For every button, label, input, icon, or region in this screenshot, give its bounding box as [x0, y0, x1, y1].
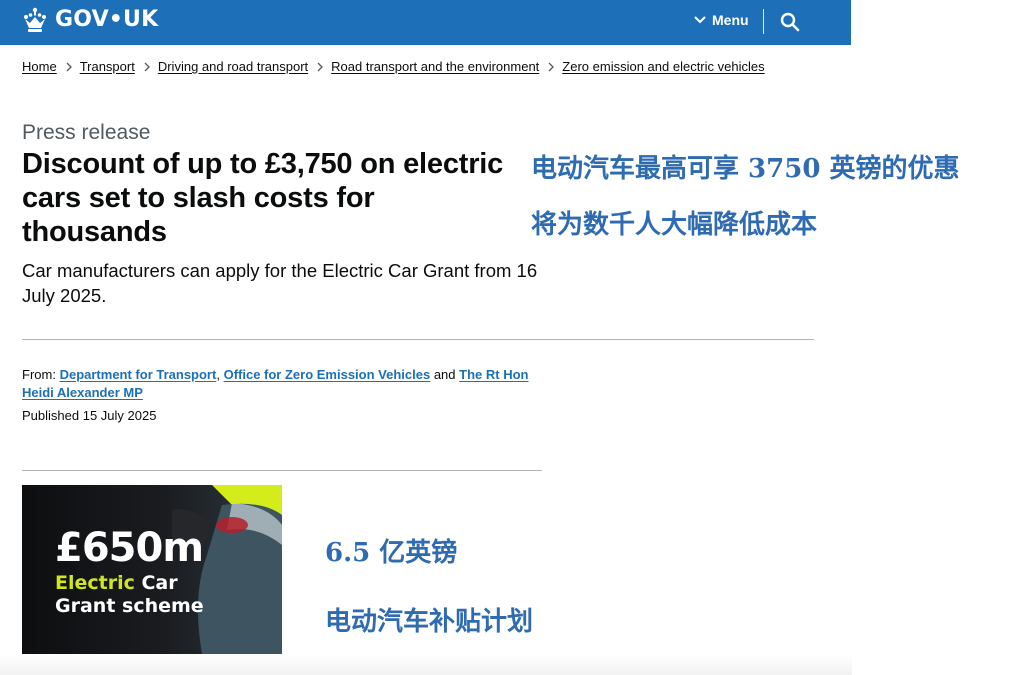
hero-highlight-word: Electric	[55, 572, 135, 594]
header-divider	[763, 9, 764, 34]
chinese-title-line-2: 将为数千人大幅降低成本	[531, 210, 818, 240]
breadcrumb-link-transport[interactable]: Transport	[80, 59, 135, 74]
hero-electric-car-text: Electric Car	[55, 572, 178, 594]
chevron-right-icon	[317, 62, 324, 72]
chevron-right-icon	[144, 62, 150, 72]
chinese-title-overlay: 电动汽车最高可享 3750 英镑的优惠 将为数千人大幅降低成本	[531, 141, 1001, 253]
logo-text: GOV•UK	[55, 7, 159, 32]
section-divider	[22, 339, 814, 340]
chevron-right-icon	[548, 62, 555, 72]
breadcrumb: Home Transport Driving and road transpor…	[22, 59, 765, 74]
lead-paragraph: Car manufacturers can apply for the Elec…	[22, 260, 538, 306]
chevron-right-icon	[66, 62, 72, 72]
hero-car-word: Car	[134, 572, 178, 594]
separator-comma: ,	[216, 367, 220, 382]
from-label: From:	[22, 367, 56, 382]
chinese-scheme-overlay: 电动汽车补贴计划	[325, 607, 534, 637]
metadata-from: From: Department for Transport, Office f…	[22, 366, 532, 402]
breadcrumb-link-road-transport-environment[interactable]: Road transport and the environment	[331, 59, 539, 74]
menu-button[interactable]: Menu	[694, 12, 749, 28]
breadcrumb-link-home[interactable]: Home	[22, 59, 57, 74]
chinese-amount-overlay: 6.5 亿英镑	[325, 538, 458, 568]
page-title: Discount of up to £3,750 on electric car…	[22, 148, 504, 248]
hero-amount-text: £650m	[55, 525, 204, 571]
hero-grant-scheme-text: Grant scheme	[55, 595, 204, 617]
bottom-fade	[0, 655, 852, 675]
document-type-caption: Press release	[22, 121, 151, 144]
search-icon[interactable]	[779, 11, 801, 33]
org-link-dft[interactable]: Department for Transport	[60, 367, 217, 382]
menu-label: Menu	[712, 12, 749, 28]
breadcrumb-link-zero-emission[interactable]: Zero emission and electric vehicles	[562, 59, 764, 74]
breadcrumb-link-driving[interactable]: Driving and road transport	[158, 59, 308, 74]
org-link-ozev[interactable]: Office for Zero Emission Vehicles	[224, 367, 431, 382]
chinese-title-line-1: 电动汽车最高可享 3750 英镑的优惠	[531, 154, 960, 184]
metadata-divider	[22, 470, 542, 471]
govuk-logo-link[interactable]: GOV•UK	[21, 6, 158, 34]
separator-and: and	[433, 367, 456, 382]
crown-icon	[24, 7, 46, 32]
hero-image: £650m Electric Car Grant scheme	[22, 485, 282, 654]
site-header: GOV•UK Menu	[0, 0, 851, 45]
chevron-down-icon	[694, 16, 706, 24]
published-date: Published 15 July 2025	[22, 408, 157, 423]
